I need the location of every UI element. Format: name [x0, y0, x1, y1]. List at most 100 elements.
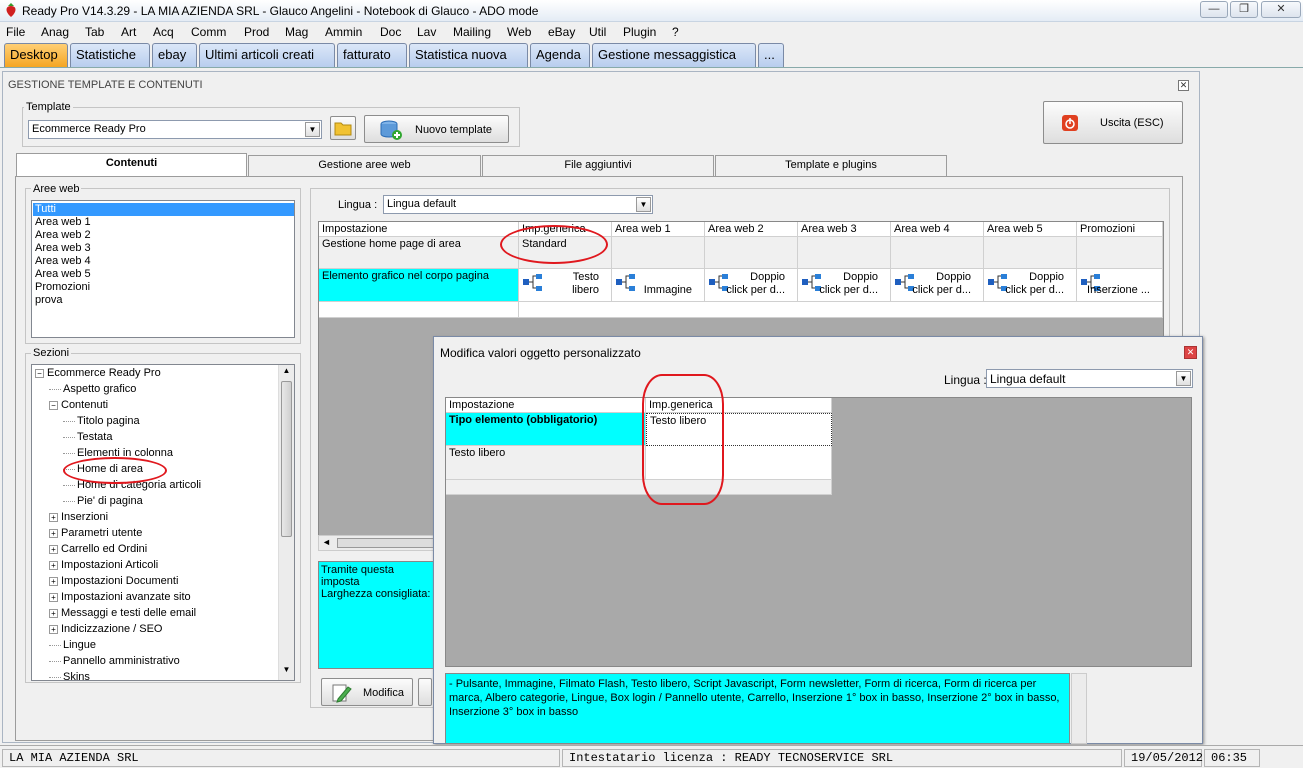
- restore-button[interactable]: ❐: [1230, 1, 1258, 18]
- expand-icon[interactable]: +: [49, 544, 58, 554]
- menu-acq[interactable]: Acq: [153, 25, 174, 39]
- scroll-left-icon[interactable]: ◄: [322, 537, 331, 547]
- tab-ultimi-articoli[interactable]: Ultimi articoli creati: [199, 43, 335, 67]
- menu-ammin[interactable]: Ammin: [325, 25, 362, 39]
- dialog-desc-scrollbar[interactable]: [1071, 673, 1087, 744]
- collapse-icon[interactable]: −: [49, 400, 58, 410]
- grid-cell-element[interactable]: Doppio click per d...: [984, 269, 1077, 302]
- grid-cell-element[interactable]: Doppio click per d...: [798, 269, 891, 302]
- grid-cell[interactable]: [891, 237, 984, 269]
- menu-lav[interactable]: Lav: [417, 25, 436, 39]
- tab-template-plugins[interactable]: Template e plugins: [715, 155, 947, 176]
- menu-mailing[interactable]: Mailing: [453, 25, 491, 39]
- tab-statistica-nuova[interactable]: Statistica nuova: [409, 43, 528, 67]
- menu-tab[interactable]: Tab: [85, 25, 104, 39]
- menu-util[interactable]: Util: [589, 25, 606, 39]
- tree-scrollbar[interactable]: ▲ ▼: [278, 365, 294, 680]
- collapse-icon[interactable]: −: [35, 368, 44, 378]
- tab-fatturato[interactable]: fatturato: [337, 43, 407, 67]
- template-select[interactable]: Ecommerce Ready Pro ▼: [28, 120, 322, 139]
- tree-item[interactable]: Titolo pagina: [63, 415, 140, 428]
- dialog-lingua-select[interactable]: Lingua default ▼: [986, 369, 1193, 388]
- main-close-button[interactable]: ✕: [1178, 80, 1189, 91]
- sezioni-tree[interactable]: − Ecommerce Ready Pro Aspetto grafico − Cont…: [31, 364, 295, 681]
- menu-file[interactable]: File: [6, 25, 25, 39]
- menu-comm[interactable]: Comm: [191, 25, 226, 39]
- list-item[interactable]: Promozioni: [35, 281, 90, 294]
- tree-item[interactable]: + Impostazioni Documenti: [49, 575, 178, 588]
- tree-item[interactable]: + Inserzioni: [49, 511, 108, 524]
- grid-cell-element[interactable]: Doppio click per d...: [891, 269, 984, 302]
- tree-item[interactable]: Lingue: [49, 639, 96, 652]
- tree-item[interactable]: Pie' di pagina: [63, 495, 143, 508]
- menu-web[interactable]: Web: [507, 25, 531, 39]
- grid-hscrollbar[interactable]: ◄: [318, 535, 438, 551]
- open-folder-button[interactable]: [330, 116, 356, 140]
- chevron-down-icon[interactable]: ▼: [305, 122, 320, 137]
- expand-icon[interactable]: +: [49, 512, 58, 522]
- list-item[interactable]: prova: [35, 294, 63, 307]
- dialog-close-button[interactable]: ✕: [1184, 346, 1197, 359]
- list-item[interactable]: Area web 3: [35, 242, 91, 255]
- scroll-thumb[interactable]: [281, 381, 292, 537]
- scroll-down-icon[interactable]: ▼: [280, 665, 293, 679]
- tab-agenda[interactable]: Agenda: [530, 43, 590, 67]
- list-item[interactable]: Area web 2: [35, 229, 91, 242]
- expand-icon[interactable]: +: [49, 624, 58, 634]
- list-item[interactable]: Area web 1: [35, 216, 91, 229]
- tab-more[interactable]: ...: [758, 43, 784, 67]
- partial-button[interactable]: [418, 678, 432, 706]
- list-item[interactable]: Area web 4: [35, 255, 91, 268]
- chevron-down-icon[interactable]: ▼: [636, 197, 651, 212]
- grid-cell[interactable]: [984, 237, 1077, 269]
- grid-cell[interactable]: [1077, 237, 1163, 269]
- tree-item[interactable]: + Impostazioni avanzate sito: [49, 591, 191, 604]
- menu-ebay[interactable]: eBay: [548, 25, 575, 39]
- tree-item[interactable]: Pannello amministrativo: [49, 655, 180, 668]
- tab-contenuti[interactable]: Contenuti: [16, 153, 247, 177]
- menu-prod[interactable]: Prod: [244, 25, 269, 39]
- tree-item[interactable]: + Parametri utente: [49, 527, 142, 540]
- tab-desktop[interactable]: Desktop: [4, 43, 68, 67]
- grid-cell-element[interactable]: Testo libero: [519, 269, 612, 302]
- modifica-button[interactable]: Modifica: [321, 678, 413, 706]
- list-item-tutti[interactable]: Tutti: [33, 203, 294, 216]
- scroll-up-icon[interactable]: ▲: [280, 366, 293, 380]
- menu-help[interactable]: ?: [672, 25, 679, 39]
- tab-gestione-aree-web[interactable]: Gestione aree web: [248, 155, 481, 176]
- tree-item[interactable]: + Indicizzazione / SEO: [49, 623, 163, 636]
- grid-cell[interactable]: [798, 237, 891, 269]
- menu-doc[interactable]: Doc: [380, 25, 401, 39]
- tree-item[interactable]: Testata: [63, 431, 112, 444]
- hscroll-thumb[interactable]: [337, 538, 437, 548]
- menu-art[interactable]: Art: [121, 25, 136, 39]
- menu-anag[interactable]: Anag: [41, 25, 69, 39]
- grid-cell-element[interactable]: Immagine: [612, 269, 705, 302]
- menu-plugin[interactable]: Plugin: [623, 25, 656, 39]
- tree-item[interactable]: + Messaggi e testi delle email: [49, 607, 196, 620]
- expand-icon[interactable]: +: [49, 592, 58, 602]
- lingua-select[interactable]: Lingua default ▼: [383, 195, 653, 214]
- tree-item[interactable]: Skins: [49, 671, 90, 680]
- expand-icon[interactable]: +: [49, 576, 58, 586]
- grid-cell-element[interactable]: Doppio click per d...: [705, 269, 798, 302]
- grid-cell-element[interactable]: Inserzione ...: [1077, 269, 1163, 302]
- grid-cell[interactable]: [705, 237, 798, 269]
- grid-cell[interactable]: [612, 237, 705, 269]
- chevron-down-icon[interactable]: ▼: [1176, 371, 1191, 386]
- exit-button[interactable]: Uscita (ESC): [1043, 101, 1183, 144]
- tree-item[interactable]: + Impostazioni Articoli: [49, 559, 158, 572]
- tab-statistiche[interactable]: Statistiche: [70, 43, 150, 67]
- list-item[interactable]: Area web 5: [35, 268, 91, 281]
- minimize-button[interactable]: —: [1200, 1, 1228, 18]
- aree-web-list[interactable]: Tutti Area web 1 Area web 2 Area web 3 A…: [31, 200, 295, 338]
- close-window-button[interactable]: ✕: [1261, 1, 1301, 18]
- tree-item[interactable]: − Contenuti: [49, 399, 108, 412]
- new-template-button[interactable]: Nuovo template: [364, 115, 509, 143]
- tab-ebay[interactable]: ebay: [152, 43, 197, 67]
- expand-icon[interactable]: +: [49, 528, 58, 538]
- expand-icon[interactable]: +: [49, 560, 58, 570]
- expand-icon[interactable]: +: [49, 608, 58, 618]
- tree-item[interactable]: + Carrello ed Ordini: [49, 543, 147, 556]
- tree-item[interactable]: − Ecommerce Ready Pro: [35, 367, 161, 380]
